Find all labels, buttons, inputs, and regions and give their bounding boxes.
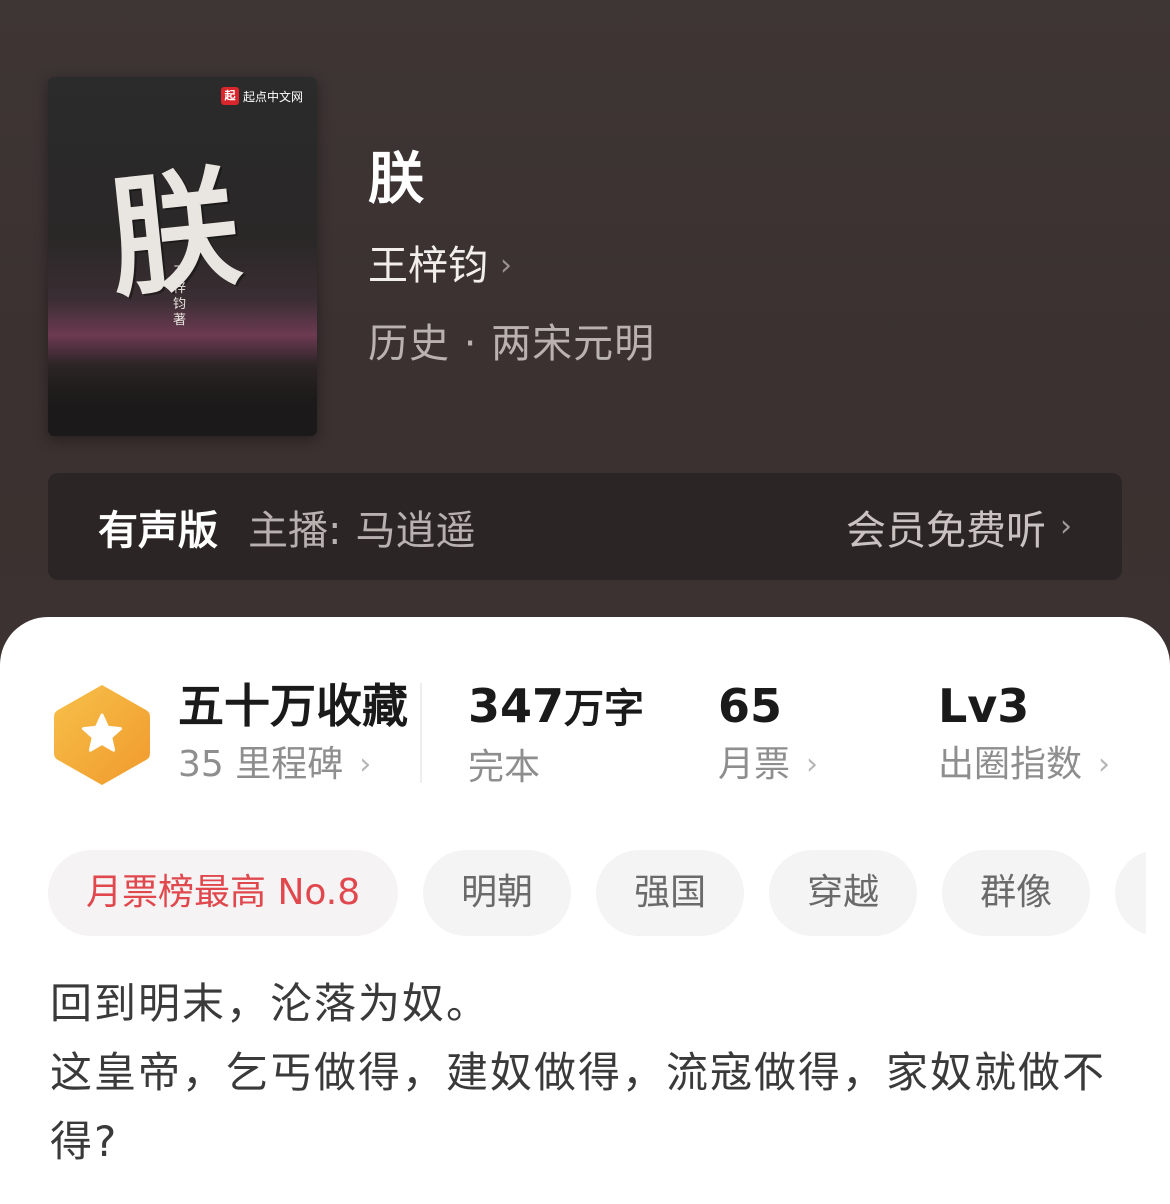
cover-ground [48,366,317,436]
audio-host: 主播: 马逍遥 [248,498,475,556]
audio-label: 有声版 [98,507,218,554]
word-count-unit: 万字 [564,686,645,732]
popularity-index-sub: 出圈指数 › [938,739,1110,791]
tag-item[interactable]: 强国 [596,850,745,936]
tag-item[interactable]: 明朝 [423,850,572,936]
tag-item[interactable]: 杀 [1115,850,1146,936]
word-count: 347万字 [468,677,644,738]
milestone-star-icon [54,685,150,785]
tag-item[interactable]: 群像 [942,850,1091,936]
chevron-right-icon: › [1098,747,1111,782]
popularity-index-value: Lv3 [938,679,1030,733]
synopsis-line: 这皇帝，乞丐做得，建奴做得，流寇做得，家奴就做不得? [50,1048,1107,1166]
cover-publisher: 起 起点中文网 [220,87,303,105]
book-header: 起 起点中文网 朕 王梓钧著 朕 王梓钧 › 历史 · 两宋元明 有声版 主播:… [0,0,1170,680]
publisher-name: 起点中文网 [242,89,303,104]
popularity-index-stat[interactable]: Lv3 出圈指数 › [938,677,1110,791]
member-listen-label: 会员免费听 [846,507,1046,554]
audio-version-bar[interactable]: 有声版 主播: 马逍遥 会员免费听 › [48,473,1122,580]
cover-title: 朕 [101,150,243,317]
word-count-stat: 347万字 完本 [468,677,644,794]
cover-author: 王梓钧著 [173,265,187,328]
milestone-link[interactable]: 35 里程碑 › [178,739,408,791]
stat-divider [420,683,422,783]
monthly-ticket-label: 月票 [718,744,791,785]
collect-stat[interactable]: 五十万收藏 35 里程碑 › [178,677,408,791]
collect-count: 五十万收藏 [178,679,408,733]
book-title: 朕 [368,147,424,212]
popularity-index-label: 出圈指数 [938,744,1083,785]
chevron-right-icon: › [806,747,819,782]
chevron-right-icon: › [359,747,372,782]
tag-item[interactable]: 穿越 [769,850,918,936]
member-listen-button[interactable]: 会员免费听 › [846,498,1072,556]
publisher-logo: 起 [220,87,239,105]
chevron-right-icon: › [500,248,512,283]
tag-ranking[interactable]: 月票榜最高 No.8 [48,850,399,936]
word-count-number: 347 [468,679,565,733]
milestone-label: 35 里程碑 [178,744,344,785]
book-synopsis[interactable]: 回到明末，沦落为奴。 这皇帝，乞丐做得，建奴做得，流寇做得，家奴就做不得? [50,969,1120,1176]
author-name: 王梓钧 [368,243,488,289]
monthly-ticket-stat[interactable]: 65 月票 › [718,677,818,791]
chevron-right-icon: › [1060,508,1072,544]
monthly-ticket-sub: 月票 › [718,739,818,791]
author-link[interactable]: 王梓钧 › [368,240,512,292]
completion-status: 完本 [468,747,541,788]
host-label: 主播: [248,507,342,554]
monthly-ticket-count: 65 [718,679,783,733]
book-genre: 历史 · 两宋元明 [368,321,656,367]
synopsis-line: 回到明末，沦落为奴。 [50,979,491,1028]
host-name: 马逍遥 [355,507,476,554]
book-info-card: 五十万收藏 35 里程碑 › 347万字 完本 65 月票 › Lv3 出圈指数… [0,617,1170,1204]
book-cover[interactable]: 起 起点中文网 朕 王梓钧著 [48,77,317,436]
tag-list: 月票榜最高 No.8 明朝 强国 穿越 群像 杀 [48,850,1146,936]
